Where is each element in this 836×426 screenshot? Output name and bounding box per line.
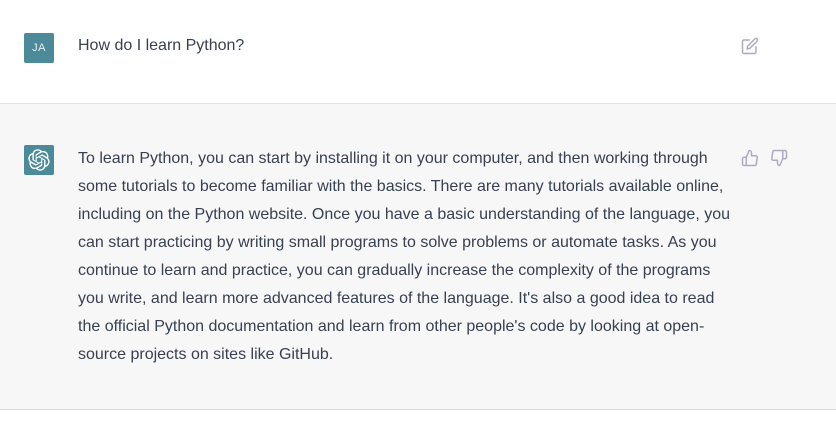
conversation-thread: JA How do I learn Python? To learn Pytho…	[0, 0, 836, 426]
user-message: JA How do I learn Python?	[0, 0, 836, 104]
openai-logo-icon	[28, 149, 50, 171]
assistant-avatar	[24, 145, 54, 175]
assistant-message-text: To learn Python, you can start by instal…	[78, 150, 731, 363]
assistant-message: To learn Python, you can start by instal…	[0, 104, 836, 410]
thumbs-down-icon[interactable]	[770, 149, 788, 167]
user-message-text: How do I learn Python?	[78, 37, 245, 54]
edit-icon[interactable]	[741, 37, 759, 55]
user-avatar: JA	[24, 33, 54, 63]
thumbs-up-icon[interactable]	[741, 149, 759, 167]
